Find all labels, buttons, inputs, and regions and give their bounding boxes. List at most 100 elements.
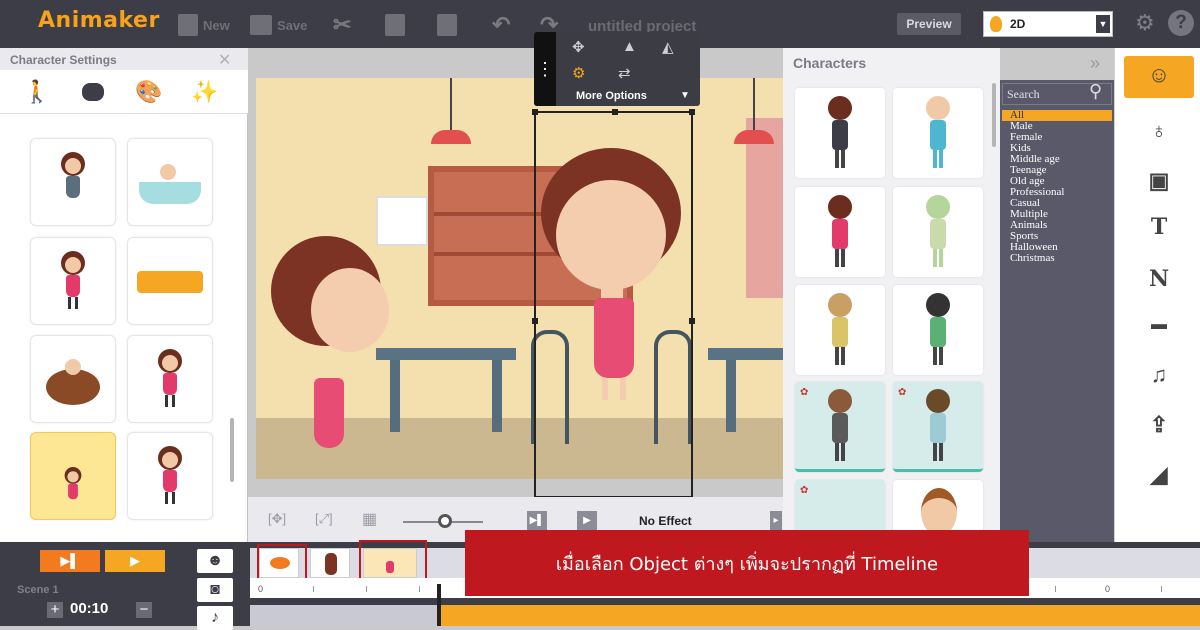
curtain bbox=[746, 118, 783, 298]
upload-icon[interactable]: ⇪ bbox=[1135, 412, 1183, 438]
effect-arrow-icon[interactable]: ▸ bbox=[770, 511, 782, 531]
character-card[interactable] bbox=[795, 187, 885, 277]
music-icon[interactable]: ♫ bbox=[1135, 362, 1183, 388]
grid-icon[interactable]: ▦ bbox=[362, 509, 377, 529]
face-icon bbox=[82, 83, 104, 101]
increase-duration-button[interactable]: + bbox=[47, 602, 63, 618]
background-icon[interactable]: ◢ bbox=[1135, 462, 1183, 488]
character-card[interactable] bbox=[795, 88, 885, 178]
drag-handle-icon[interactable]: ⋮ bbox=[534, 32, 556, 106]
search-icon[interactable]: ⚲ bbox=[1089, 81, 1102, 102]
new-button[interactable]: New bbox=[178, 14, 230, 36]
camera-icon[interactable]: ◙ bbox=[197, 578, 233, 602]
bus-thumbnail bbox=[137, 251, 203, 311]
close-icon[interactable]: ✕ bbox=[218, 50, 231, 70]
undo-icon: ↶ bbox=[492, 12, 511, 37]
timeline-object-character[interactable] bbox=[310, 548, 350, 578]
tab-effects[interactable]: ✨ bbox=[190, 78, 220, 106]
image-icon[interactable]: ▣ bbox=[1135, 168, 1183, 194]
multicolor-icon: ✿ bbox=[800, 387, 809, 398]
tab-colors[interactable]: 🎨 bbox=[134, 78, 164, 106]
scrollbar[interactable] bbox=[992, 83, 996, 147]
action-thumb[interactable] bbox=[127, 432, 213, 520]
app-logo: Animaker bbox=[38, 8, 160, 33]
expand-icon[interactable]: [⤢] bbox=[315, 511, 333, 527]
character-card[interactable] bbox=[893, 88, 983, 178]
props-icon[interactable]: ♁ bbox=[1135, 118, 1183, 144]
tab-actions[interactable]: 🚶 bbox=[22, 78, 52, 106]
multicolor-icon: ✿ bbox=[898, 387, 907, 398]
playhead[interactable] bbox=[437, 584, 441, 626]
annotation-callout: เมื่อเลือก Object ต่างๆ เพิ่มจะปรากฏที่ … bbox=[465, 530, 1029, 596]
copy-icon bbox=[385, 14, 405, 36]
help-icon[interactable]: ? bbox=[1168, 10, 1194, 36]
play-scene-button[interactable]: ▶▌ bbox=[40, 550, 100, 572]
table bbox=[708, 348, 783, 360]
character-thumbnail bbox=[157, 349, 183, 409]
text-icon[interactable]: T bbox=[1135, 214, 1183, 240]
action-thumb-selected[interactable] bbox=[30, 432, 116, 520]
zoom-slider-knob[interactable] bbox=[438, 514, 452, 528]
scene-duration[interactable]: 00:10 bbox=[70, 600, 108, 617]
music-track-icon[interactable]: ♪ bbox=[197, 606, 233, 630]
number-icon[interactable]: N bbox=[1135, 266, 1183, 292]
bring-forward-icon[interactable]: ▲ bbox=[622, 38, 637, 55]
collapse-icon[interactable]: » bbox=[1090, 53, 1100, 74]
preview-button[interactable]: Preview bbox=[897, 13, 961, 35]
action-thumb[interactable] bbox=[30, 335, 116, 423]
save-label: Save bbox=[277, 17, 308, 33]
character-card[interactable] bbox=[795, 382, 885, 472]
timeline-track-empty[interactable] bbox=[250, 605, 440, 626]
save-button[interactable]: Save bbox=[250, 14, 307, 36]
character-thumbnail bbox=[64, 467, 82, 509]
caret-down-icon[interactable]: ▼ bbox=[680, 90, 690, 101]
scrollbar[interactable] bbox=[230, 418, 234, 482]
move-icon[interactable]: ✥ bbox=[572, 38, 585, 56]
mode-select[interactable]: 2D ▼ bbox=[983, 11, 1113, 37]
filter-item[interactable]: Christmas bbox=[1002, 253, 1112, 264]
settings-icon[interactable]: ⚙ bbox=[572, 64, 585, 82]
timeline-track-bar[interactable] bbox=[440, 605, 1200, 626]
effect-label[interactable]: No Effect bbox=[639, 514, 692, 528]
fit-screen-icon[interactable]: [✥] bbox=[268, 511, 286, 527]
action-thumb[interactable] bbox=[127, 237, 213, 325]
play-button[interactable]: ▶ bbox=[105, 550, 165, 572]
scene-label: Scene 1 bbox=[17, 584, 59, 596]
scene-stage[interactable] bbox=[256, 78, 783, 479]
character-card[interactable] bbox=[795, 285, 885, 375]
save-icon bbox=[250, 15, 272, 35]
character-track-icon[interactable]: ☻ bbox=[197, 549, 233, 573]
more-options-label[interactable]: More Options bbox=[576, 90, 647, 102]
ruler-start-label: 0 bbox=[258, 584, 264, 594]
decrease-duration-button[interactable]: − bbox=[136, 602, 152, 618]
lamp bbox=[431, 130, 471, 144]
tab-expressions[interactable] bbox=[78, 78, 108, 106]
play-icon[interactable]: ▶ bbox=[577, 511, 597, 531]
slideshow-icon[interactable]: ▬ bbox=[1135, 316, 1183, 334]
action-thumb[interactable] bbox=[30, 138, 116, 226]
panel-title: Character Settings bbox=[0, 48, 248, 70]
gear-icon[interactable]: ⚙ bbox=[1135, 12, 1157, 34]
filter-list: All Male Female Kids Middle age Teenage Old ag… bbox=[1002, 110, 1112, 264]
action-thumb[interactable] bbox=[30, 237, 116, 325]
character-card[interactable] bbox=[893, 382, 983, 472]
walking-person-icon: 🚶 bbox=[23, 79, 51, 104]
selection-box[interactable] bbox=[532, 109, 695, 498]
character-icon[interactable]: ☺ bbox=[1135, 62, 1183, 88]
paste-button[interactable] bbox=[437, 14, 457, 36]
character-card[interactable] bbox=[893, 285, 983, 375]
copy-button[interactable] bbox=[385, 14, 405, 36]
scissors-icon: ✂ bbox=[333, 12, 352, 37]
beanbag-thumbnail bbox=[46, 349, 100, 409]
undo-button[interactable]: ↶ bbox=[492, 14, 510, 36]
play-enter-icon[interactable]: ▶▌ bbox=[527, 511, 547, 531]
cut-button[interactable]: ✂ bbox=[333, 14, 351, 36]
character-card[interactable] bbox=[893, 187, 983, 277]
swap-icon[interactable]: ⇄ bbox=[618, 64, 631, 82]
action-thumb[interactable] bbox=[127, 138, 213, 226]
mode-value: 2D bbox=[1010, 17, 1026, 31]
settings-tabs: 🚶 🎨 ✨ bbox=[0, 70, 248, 114]
bulb-icon bbox=[990, 16, 1002, 32]
action-thumb[interactable] bbox=[127, 335, 213, 423]
flip-icon[interactable]: ◭ bbox=[662, 38, 674, 56]
